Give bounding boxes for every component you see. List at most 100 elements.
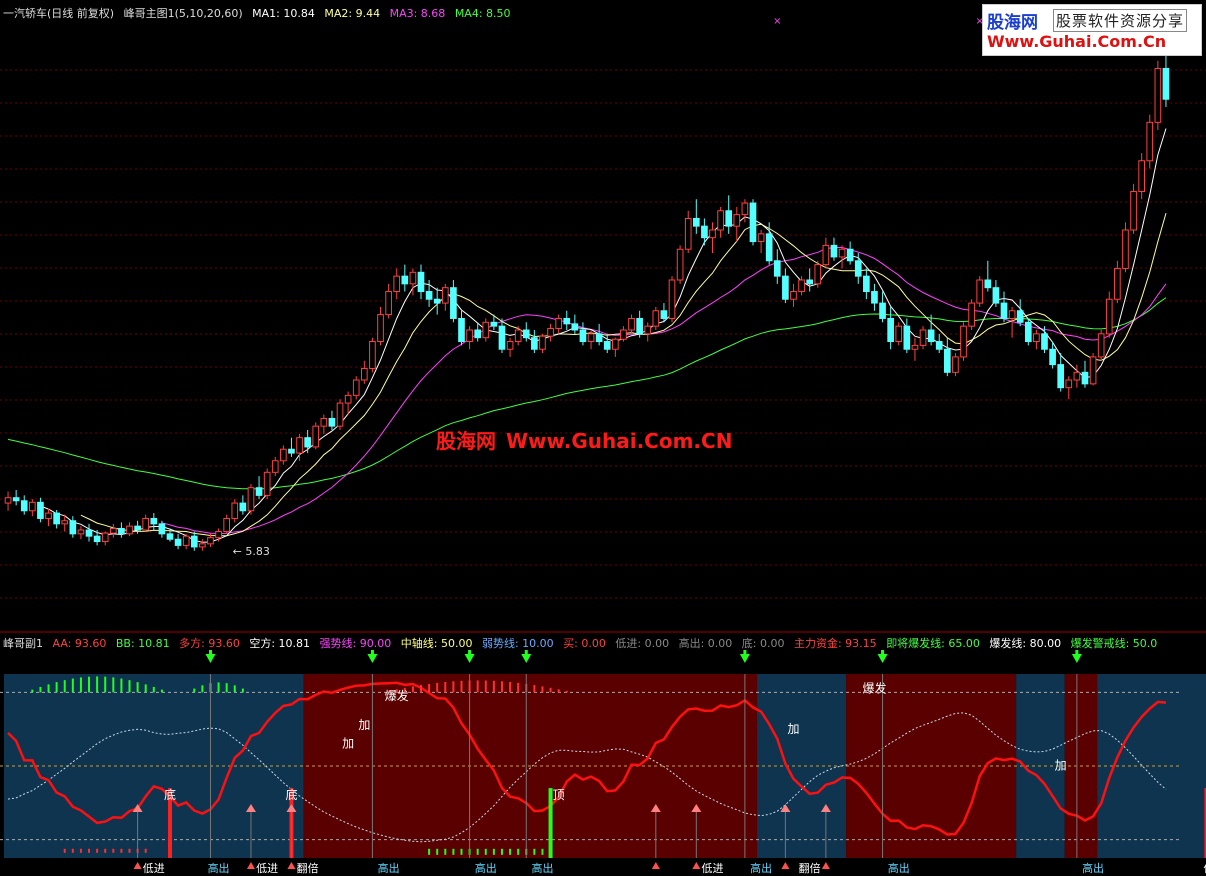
candle-body: [968, 302, 975, 327]
candle-body: [733, 214, 741, 227]
ma4-value: MA4: 8.50: [454, 7, 511, 20]
candle-body: [61, 520, 69, 525]
candle-body: [806, 279, 814, 285]
candle-body: [474, 329, 482, 339]
candle-body: [255, 487, 263, 496]
candle-body: [142, 517, 150, 531]
candle-body: [263, 471, 271, 496]
candle-body: [1162, 67, 1170, 100]
candle: [652, 306, 660, 330]
candle-body: [166, 533, 174, 540]
candle: [1089, 353, 1097, 386]
candle-body: [369, 341, 376, 369]
candle-body: [482, 321, 490, 339]
signal-label: 加: [342, 737, 354, 751]
candle-body: [652, 310, 660, 327]
candle: [749, 199, 757, 246]
symbol-label: 一汽轿车(日线 前复权): [3, 7, 115, 20]
candle-body: [1000, 302, 1008, 319]
candle: [263, 468, 271, 500]
candle-body: [1065, 379, 1073, 389]
candle: [668, 276, 676, 323]
logo-brand: 股海网: [987, 13, 1038, 33]
candle-body: [692, 217, 700, 227]
signal-label: 底: [164, 787, 176, 802]
candle-body: [846, 248, 854, 262]
qiangshi-value: 强势线: 90.00: [319, 637, 392, 650]
ma3-value: MA3: 8.68: [389, 7, 446, 20]
candle-body: [1130, 191, 1137, 231]
candle-body: [207, 537, 214, 545]
candle-body: [984, 279, 992, 289]
candle: [968, 299, 975, 330]
signal-label: 加: [358, 718, 370, 732]
candle-body: [409, 271, 417, 285]
candle-body: [1041, 333, 1048, 350]
signal-label: 底: [285, 787, 297, 802]
candle-body: [547, 327, 554, 337]
candle-body: [450, 287, 457, 319]
candle-body: [798, 279, 805, 293]
candle-body: [960, 325, 967, 358]
candle-body: [385, 291, 392, 316]
zhuli-value: 主力资金: 93.15: [793, 637, 877, 650]
candle-body: [1024, 321, 1032, 343]
sub-indicator-name: 峰哥副1: [3, 637, 43, 650]
ruoshi-value: 弱势线: 10.00: [481, 637, 554, 650]
candle-body: [903, 325, 911, 350]
bottom-signal-label: 高出: [1082, 861, 1104, 875]
jingjie-value: 爆发警戒线: 50.0: [1070, 637, 1158, 650]
candle-body: [911, 344, 919, 350]
candle-body: [1138, 160, 1145, 193]
signal-label: 爆发: [862, 680, 886, 695]
logo-tagline: 股票软件资源分享: [1053, 9, 1188, 32]
candle-body: [69, 520, 77, 535]
bb-value: BB: 10.81: [115, 637, 170, 650]
candle-body: [531, 337, 538, 350]
signal-label: 爆发: [385, 688, 409, 703]
bottom-signal-label: 低进: [702, 862, 724, 875]
candle-body: [441, 287, 449, 304]
candle: [231, 499, 239, 523]
candle-body: [838, 248, 846, 258]
candle-body: [830, 244, 838, 258]
candle-body: [1105, 298, 1113, 335]
bottom-signal-label: 翻倍: [799, 861, 821, 875]
candle-body: [296, 437, 303, 454]
candle: [919, 326, 927, 350]
di-value: 底: 0.00: [741, 637, 785, 650]
candle: [960, 322, 967, 361]
candle-body: [765, 233, 773, 262]
candle-body: [725, 210, 733, 227]
candle: [676, 245, 684, 284]
candle-body: [344, 394, 352, 404]
candle-body: [684, 217, 692, 250]
candle-body: [587, 333, 595, 343]
candle: [1146, 114, 1154, 169]
candle-body: [109, 527, 117, 534]
candle-body: [401, 275, 409, 285]
candle-body: [506, 341, 514, 350]
candle-body: [433, 298, 441, 304]
candle: [1154, 60, 1162, 130]
candle-body: [37, 501, 44, 519]
candle-body: [1016, 310, 1024, 323]
candle-body: [352, 379, 360, 396]
candle-body: [271, 460, 279, 473]
bottom-signal-label: 高出: [378, 861, 400, 875]
candle-body: [288, 448, 295, 454]
bottom-signal-label: 高出: [208, 861, 230, 875]
candle-body: [628, 317, 635, 331]
candle-body: [458, 317, 465, 343]
candle: [1097, 330, 1105, 361]
candle-body: [1081, 371, 1089, 385]
candle-body: [579, 329, 587, 343]
candle-body: [935, 341, 943, 350]
candle-body: [709, 229, 716, 239]
price-annotation: ← 5.83: [233, 545, 270, 558]
candle-body: [943, 348, 951, 373]
candle-body: [1033, 333, 1040, 343]
candle-body: [174, 538, 182, 546]
candle: [1122, 222, 1129, 273]
candle-body: [150, 517, 158, 525]
